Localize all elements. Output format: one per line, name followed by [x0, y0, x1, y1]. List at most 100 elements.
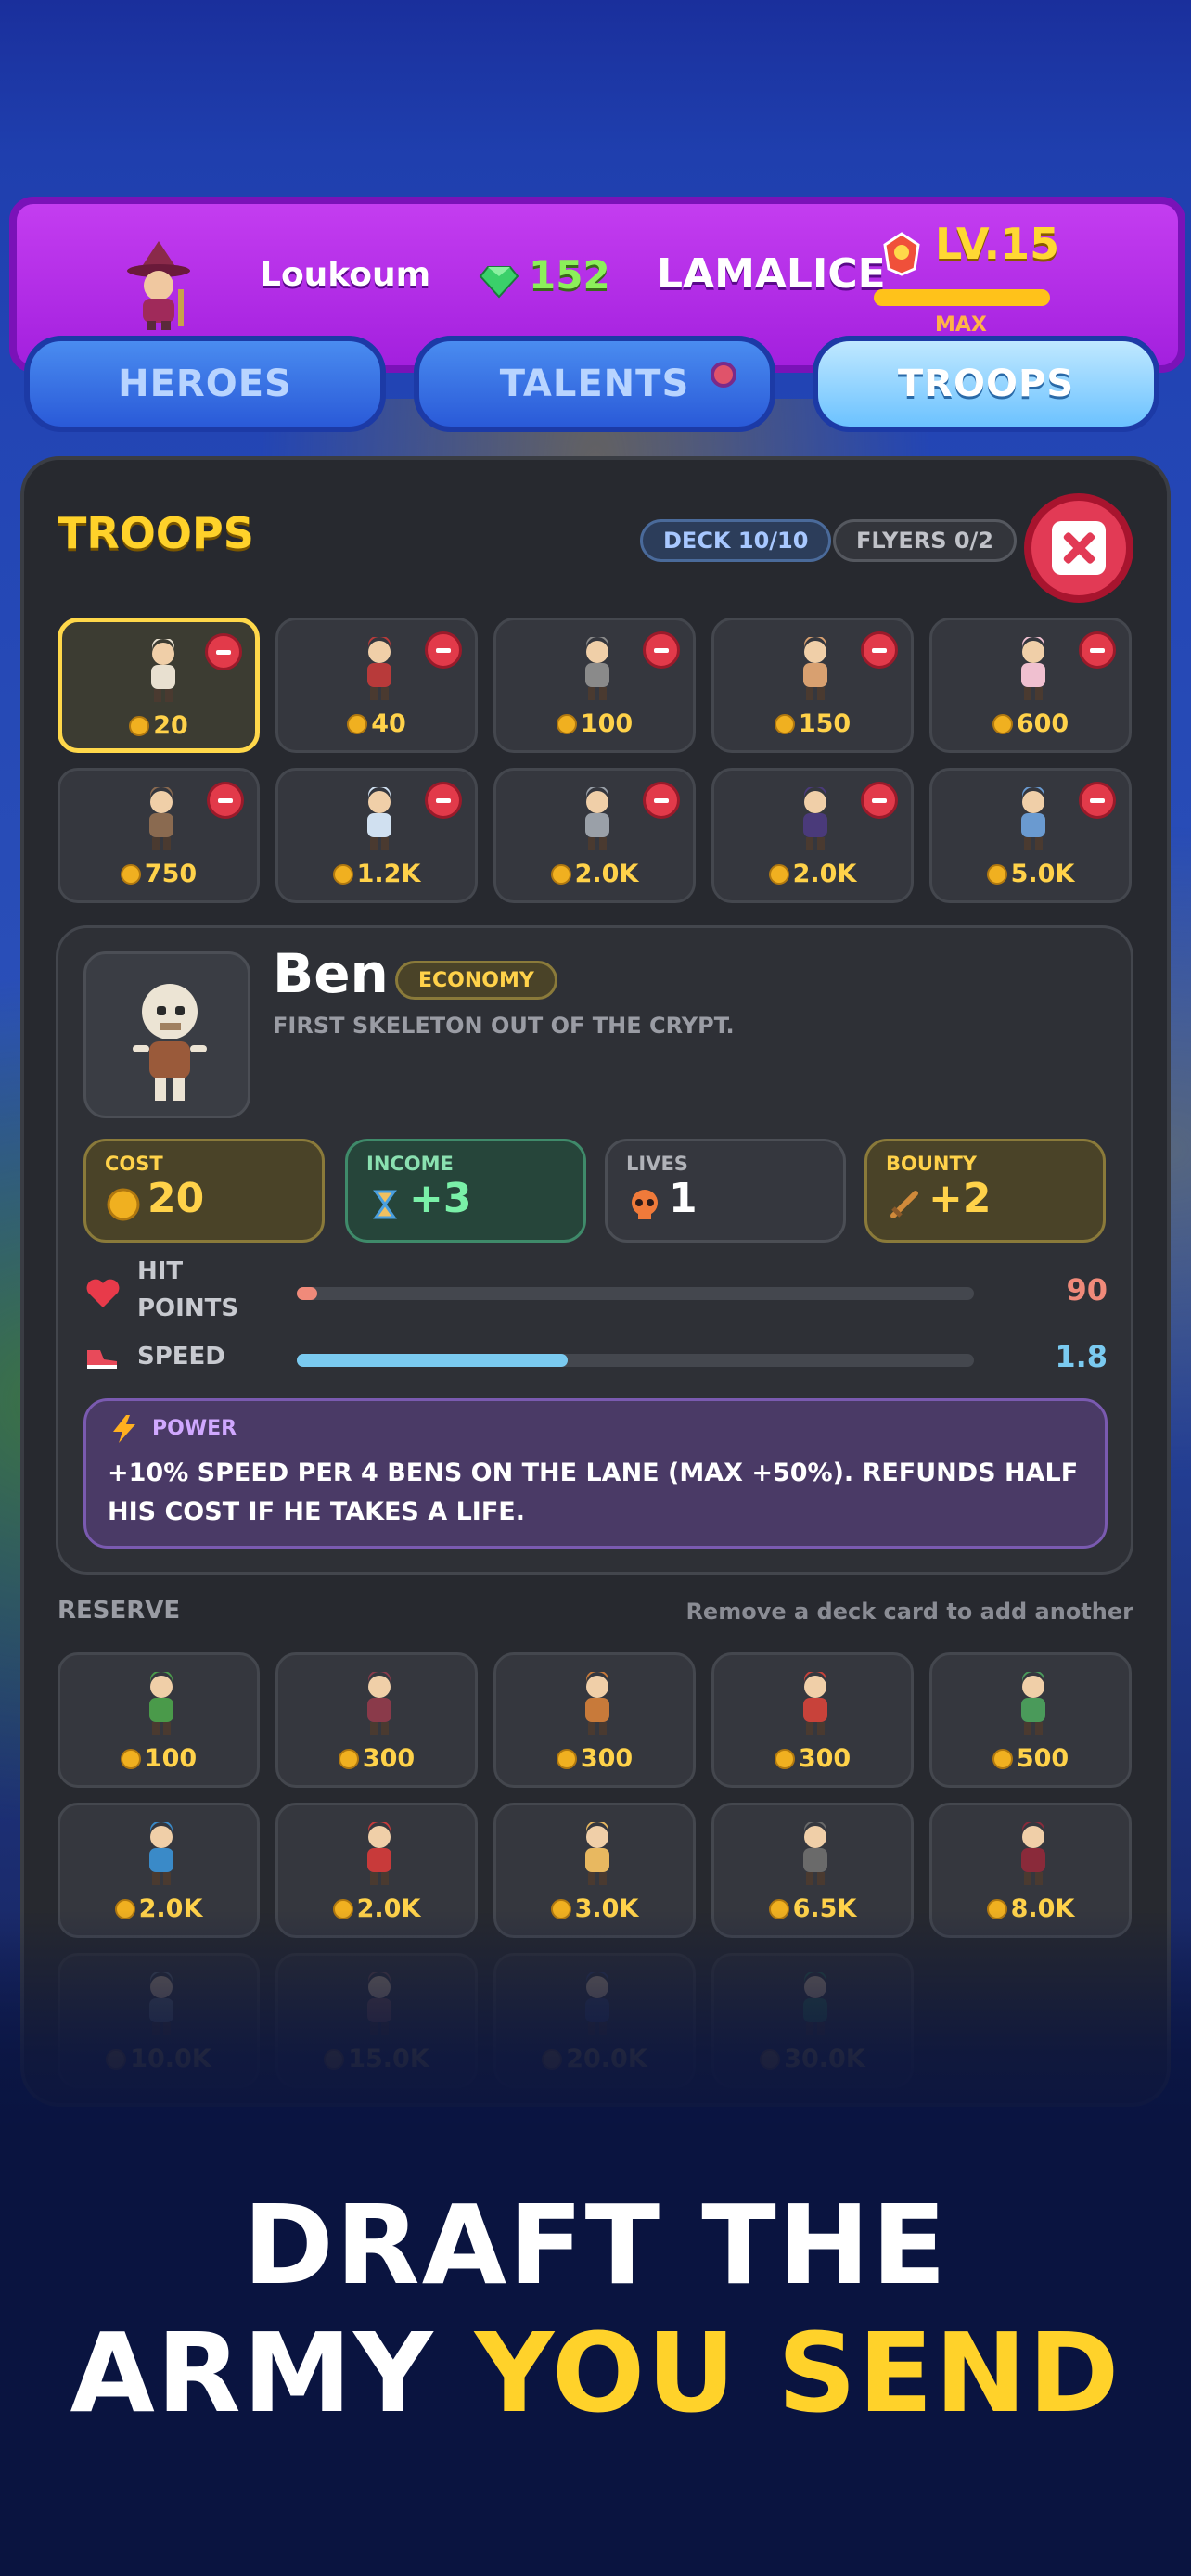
reserve-card[interactable]: 300: [493, 1652, 696, 1788]
power-text: +10% SPEED PER 4 BENS ON THE LANE (MAX +…: [108, 1459, 1079, 1526]
remove-card-button[interactable]: [643, 631, 680, 669]
stat-income-value: +3: [409, 1175, 472, 1222]
skull-icon: [632, 1190, 658, 1219]
speed-value: 1.8: [1055, 1339, 1108, 1374]
coin-icon: [550, 864, 571, 885]
deck-card[interactable]: 100: [493, 618, 696, 753]
troop-figure-icon: [803, 787, 827, 850]
panel-title: TROOPS: [58, 508, 254, 558]
deck-card[interactable]: 20: [58, 618, 260, 753]
troop-figure-icon: [367, 637, 391, 700]
deck-card-cost: 100: [496, 709, 693, 738]
troop-figure-icon: [1021, 637, 1045, 700]
tab-heroes-label: HEROES: [118, 363, 292, 405]
coin-icon: [347, 714, 368, 734]
deck-card[interactable]: 2.0K: [493, 768, 696, 903]
remove-card-button[interactable]: [1079, 631, 1116, 669]
remove-card-button[interactable]: [643, 782, 680, 819]
remove-card-button[interactable]: [425, 631, 462, 669]
troop-figure-icon: [149, 1672, 173, 1735]
remove-card-button[interactable]: [861, 782, 898, 819]
troop-figure-icon: [585, 1672, 609, 1735]
deck-card[interactable]: 750: [58, 768, 260, 903]
deck-card-cost: 750: [60, 860, 257, 888]
stat-income-label: INCOME: [366, 1153, 454, 1175]
deck-card-cost-value: 750: [144, 860, 198, 888]
player-avatar[interactable]: [121, 239, 197, 332]
coin-icon: [129, 716, 150, 736]
coin-icon: [992, 714, 1013, 734]
troop-figure-icon: [1021, 787, 1045, 850]
speed-bar-fill: [297, 1354, 568, 1367]
coin-icon: [107, 1188, 140, 1221]
heart-icon: [86, 1279, 120, 1307]
lightning-icon: [113, 1415, 135, 1443]
reserve-card-cost-value: 100: [144, 1744, 198, 1773]
player-level: LV.15: [935, 219, 1060, 269]
hit-points-label-1: HIT: [137, 1257, 184, 1285]
coin-icon: [768, 864, 789, 885]
deck-card-cost-value: 2.0K: [792, 860, 857, 888]
level-max-label: MAX: [935, 313, 987, 337]
remove-card-button[interactable]: [425, 782, 462, 819]
deck-card[interactable]: 5.0K: [929, 768, 1132, 903]
skeleton-icon: [133, 984, 207, 1101]
deck-card-cost-value: 150: [798, 709, 852, 738]
speed-label: SPEED: [137, 1343, 225, 1371]
troop-figure-icon: [149, 1822, 173, 1885]
troop-figure-icon: [367, 1822, 391, 1885]
coin-icon: [992, 1749, 1013, 1769]
deck-card-cost: 600: [932, 709, 1129, 738]
coin-icon: [556, 714, 577, 734]
coin-icon: [120, 864, 141, 885]
remove-card-button[interactable]: [205, 633, 242, 670]
coin-icon: [774, 1749, 795, 1769]
deck-card-cost: 2.0K: [714, 860, 911, 888]
headline-line-2-b: YOU SEND: [474, 2309, 1121, 2437]
reserve-card[interactable]: 300: [275, 1652, 478, 1788]
deck-card[interactable]: 1.2K: [275, 768, 478, 903]
troop-figure-icon: [803, 1672, 827, 1735]
troop-figure-icon: [149, 787, 173, 850]
sword-icon: [890, 1191, 918, 1218]
coin-icon: [556, 1749, 577, 1769]
remove-card-button[interactable]: [861, 631, 898, 669]
stat-cost-value: 20: [147, 1175, 205, 1222]
shoe-icon: [87, 1350, 117, 1369]
deck-card-cost-value: 100: [580, 709, 634, 738]
tab-talents[interactable]: TALENTS: [414, 336, 775, 432]
deck-card[interactable]: 40: [275, 618, 478, 753]
remove-card-button[interactable]: [207, 782, 244, 819]
tab-troops-label: TROOPS: [897, 363, 1075, 405]
deck-card-cost-value: 600: [1016, 709, 1069, 738]
deck-card[interactable]: 600: [929, 618, 1132, 753]
reserve-card[interactable]: 500: [929, 1652, 1132, 1788]
stat-cost: COST 20: [83, 1139, 325, 1243]
tab-heroes[interactable]: HEROES: [24, 336, 386, 432]
reserve-card[interactable]: 100: [58, 1652, 260, 1788]
coin-icon: [338, 1749, 359, 1769]
close-button[interactable]: [1024, 493, 1133, 603]
reserve-card-cost: 100: [60, 1744, 257, 1773]
reserve-title: RESERVE: [58, 1597, 181, 1625]
troop-figure-icon: [585, 787, 609, 850]
reserve-card[interactable]: 300: [711, 1652, 914, 1788]
headline-line-2: ARMY YOU SEND: [0, 2309, 1191, 2437]
deck-count-badge: DECK 10/10: [640, 519, 832, 562]
deck-card-cost-value: 40: [371, 709, 406, 738]
deck-card-cost-value: 1.2K: [356, 860, 421, 888]
deck-card-cost: 150: [714, 709, 911, 738]
unit-role-badge: ECONOMY: [395, 961, 557, 1000]
remove-card-button[interactable]: [1079, 782, 1116, 819]
deck-card[interactable]: 2.0K: [711, 768, 914, 903]
troop-figure-icon: [585, 637, 609, 700]
tab-troops[interactable]: TROOPS: [813, 336, 1159, 432]
player-name: Loukoum: [260, 256, 431, 294]
deck-card-cost-value: 5.0K: [1010, 860, 1075, 888]
flyers-count-badge: FLYERS 0/2: [833, 519, 1018, 562]
troop-figure-icon: [151, 639, 175, 702]
tab-talents-label: TALENTS: [499, 363, 690, 405]
headline-line-1: DRAFT THE: [242, 2181, 949, 2309]
opponent-name: LAMALICE: [657, 250, 886, 298]
deck-card[interactable]: 150: [711, 618, 914, 753]
